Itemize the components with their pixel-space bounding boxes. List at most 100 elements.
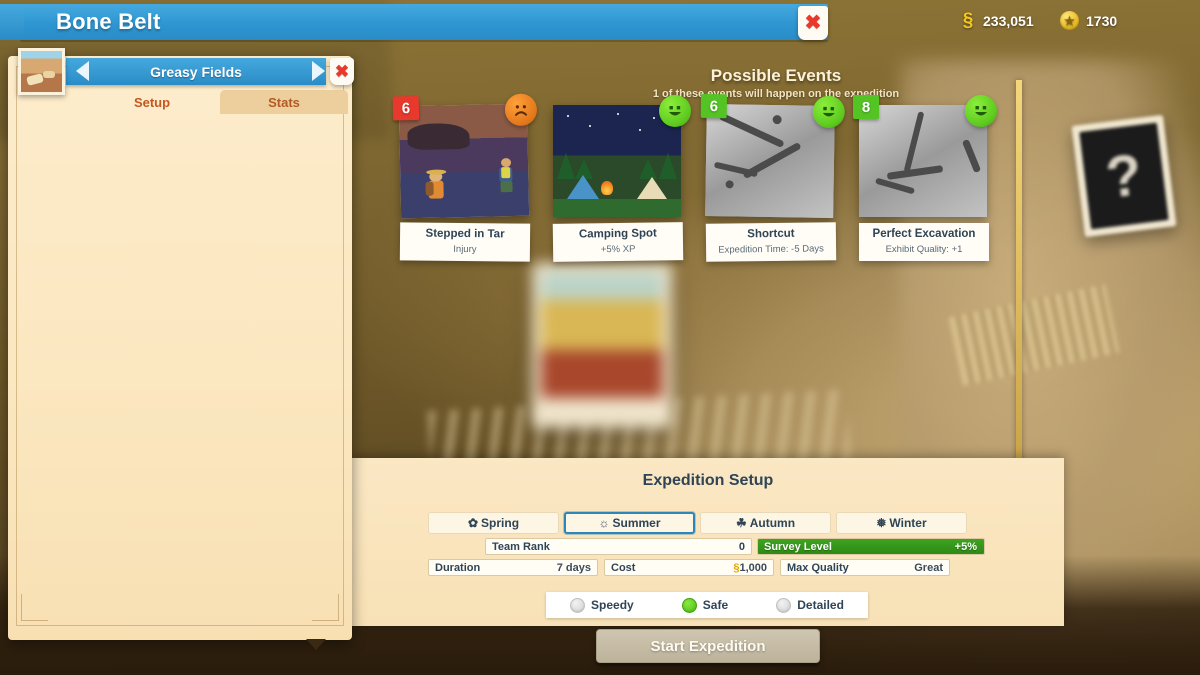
event-label: Stepped in Tar Injury (399, 222, 531, 262)
chevron-right-icon[interactable] (312, 61, 325, 81)
map-trail-art (705, 104, 835, 218)
flower-icon: ✿ (467, 516, 479, 530)
event-card[interactable]: 8 Perfect Excavation Exhibit Quality: +1 (853, 95, 997, 261)
season-autumn[interactable]: ☘ Autumn (700, 512, 831, 534)
speed-label: Safe (702, 598, 729, 612)
event-name: Shortcut (747, 227, 795, 241)
sidebar-tabs: Setup Stats (88, 90, 348, 114)
start-expedition-button[interactable]: Start Expedition (596, 629, 820, 663)
close-icon: ✖ (334, 62, 350, 81)
possible-events-list: 6 Stepped in Tar Injury Camping Spot +5%… (392, 93, 997, 262)
top-bar: Bone Belt ✖ § 233,051 ★ 1730 (0, 0, 1200, 43)
team-rank-meter: Team Rank 0 (485, 538, 752, 555)
tickets-display: ★ 1730 (1060, 11, 1117, 30)
speed-option-speedy[interactable]: Speedy (570, 597, 634, 613)
speed-selector: Speedy Safe Detailed (546, 592, 868, 618)
question-mark-card: ? (1071, 114, 1177, 238)
season-label: Spring (481, 516, 520, 530)
campsite-art (553, 105, 681, 217)
season-label: Winter (889, 516, 927, 530)
tickets-value: 1730 (1086, 12, 1118, 29)
happy-face-icon (659, 95, 691, 127)
close-button[interactable]: ✖ (798, 6, 828, 40)
stat-duration: Duration 7 days (428, 559, 598, 576)
event-label: Camping Spot +5% XP (552, 222, 684, 262)
event-art-frame: 8 (853, 95, 997, 217)
event-card[interactable]: 6 Stepped in Tar Injury (392, 93, 538, 262)
event-number-badge: 6 (392, 95, 420, 121)
dollar-coin-icon: § (962, 10, 974, 31)
setup-sidebar (8, 56, 352, 650)
happy-face-icon (812, 95, 846, 129)
chevron-left-icon[interactable] (76, 61, 89, 81)
stat-max-quality: Max Quality Great (780, 559, 950, 576)
season-label: Summer (612, 516, 661, 530)
expedition-setup-title: Expedition Setup (642, 472, 774, 489)
event-effect: Exhibit Quality: +1 (885, 244, 963, 255)
panel-ornament (16, 66, 344, 626)
season-spring[interactable]: ✿ Spring (428, 512, 559, 534)
season-summer[interactable]: ☼ Summer (564, 512, 695, 534)
stat-value: Great (914, 561, 943, 574)
tar-pit-art (398, 103, 530, 219)
season-winter[interactable]: ❅ Winter (836, 512, 967, 534)
tab-stats[interactable]: Stats (220, 90, 348, 114)
panel-notch (306, 639, 326, 650)
event-art-frame: 6 (700, 93, 846, 218)
leaf-icon: ☘ (735, 516, 747, 530)
team-rank-value: 0 (738, 540, 745, 553)
event-name: Stepped in Tar (425, 227, 505, 241)
speed-option-safe[interactable]: Safe (681, 597, 729, 613)
season-label: Autumn (749, 516, 796, 530)
token-coin-icon: ★ (1060, 11, 1079, 30)
event-card[interactable]: Camping Spot +5% XP (552, 95, 691, 262)
snowflake-icon: ❅ (876, 516, 887, 530)
cash-display: § 233,051 (960, 10, 1034, 31)
stat-label: Cost (611, 561, 636, 574)
question-glyph: ? (1079, 122, 1169, 230)
event-card[interactable]: 6 Shortcut Expedition Time: -5 Days (700, 93, 846, 262)
event-art-frame: 6 (392, 93, 538, 219)
event-art-frame (553, 95, 691, 217)
survey-level-value: +5% (954, 541, 977, 553)
event-label: Perfect Excavation Exhibit Quality: +1 (859, 223, 989, 261)
dig-site-thumbnail (18, 48, 65, 95)
season-selector: ✿ Spring ☼ Summer ☘ Autumn ❅ Winter (428, 512, 967, 534)
speed-option-detailed[interactable]: Detailed (776, 597, 844, 613)
radio-icon (570, 597, 586, 613)
happy-face-icon (965, 95, 997, 127)
excavation-art (859, 105, 987, 217)
page-title: Bone Belt (56, 9, 161, 34)
radio-icon (776, 597, 792, 613)
gold-divider (1016, 80, 1022, 470)
event-label: Shortcut Expedition Time: -5 Days (705, 222, 837, 262)
tab-setup[interactable]: Setup (88, 90, 216, 114)
event-name: Perfect Excavation (872, 228, 976, 240)
speed-label: Speedy (591, 598, 634, 612)
location-selector: Greasy Fields (66, 58, 326, 85)
stat-value: 1,000 (739, 561, 767, 574)
stat-value: 7 days (556, 561, 591, 574)
survey-level-label: Survey Level (764, 540, 832, 553)
cash-value: 233,051 (983, 13, 1034, 29)
expedition-setup-panel: Expedition Setup ✿ Spring ☼ Summer ☘ Aut… (352, 458, 1064, 626)
event-number-badge: 6 (700, 93, 728, 119)
radio-icon (681, 597, 697, 613)
meters-row: Team Rank 0 Survey Level +5% (428, 538, 985, 555)
expedition-stats-row: Duration 7 days Cost §1,000 Max Quality … (428, 559, 950, 576)
close-icon: ✖ (804, 12, 822, 34)
team-rank-label: Team Rank (492, 540, 550, 553)
close-location-button[interactable]: ✖ (330, 58, 354, 85)
stat-label: Max Quality (787, 561, 849, 574)
speed-label: Detailed (797, 598, 844, 612)
stat-cost: Cost §1,000 (604, 559, 774, 576)
sun-icon: ☼ (598, 516, 610, 530)
event-effect: Expedition Time: -5 Days (718, 243, 824, 256)
location-name: Greasy Fields (150, 63, 242, 80)
stat-value-wrap: §1,000 (733, 562, 767, 574)
event-number-badge: 8 (853, 95, 879, 119)
event-name: Camping Spot (578, 227, 657, 241)
event-effect: +5% XP (600, 243, 636, 256)
event-effect: Injury (453, 243, 477, 256)
background-blurred-card (532, 263, 672, 428)
